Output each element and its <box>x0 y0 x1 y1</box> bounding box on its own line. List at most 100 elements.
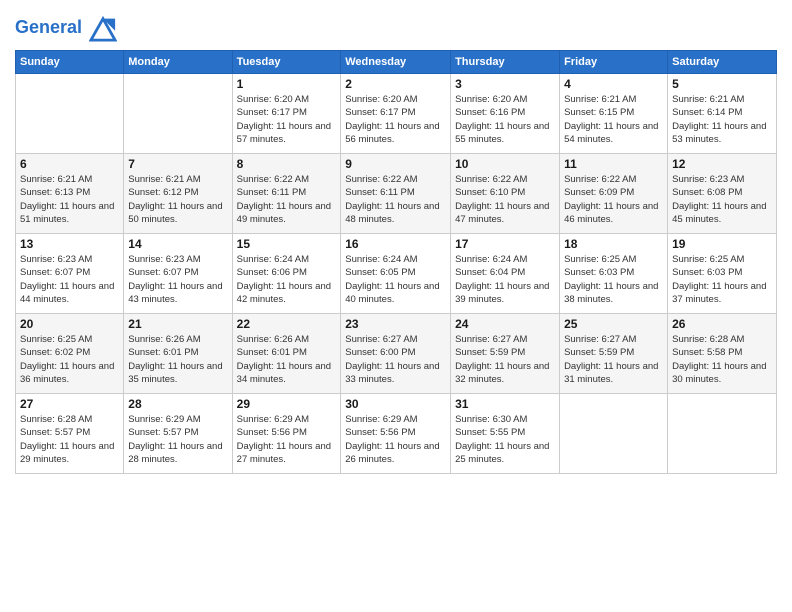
day-number: 10 <box>455 157 555 171</box>
day-cell: 22Sunrise: 6:26 AMSunset: 6:01 PMDayligh… <box>232 314 341 394</box>
calendar-body: 1 Sunrise: 6:20 AMSunset: 6:17 PMDaylight… <box>16 74 777 474</box>
weekday-wednesday: Wednesday <box>341 51 451 74</box>
week-row-2: 6Sunrise: 6:21 AMSunset: 6:13 PMDaylight… <box>16 154 777 234</box>
day-number: 7 <box>128 157 227 171</box>
day-number: 24 <box>455 317 555 331</box>
day-info: Sunrise: 6:23 AMSunset: 6:07 PMDaylight:… <box>128 253 227 306</box>
day-number: 4 <box>564 77 663 91</box>
day-info: Sunrise: 6:25 AMSunset: 6:03 PMDaylight:… <box>564 253 663 306</box>
day-info: Sunrise: 6:20 AMSunset: 6:17 PMDaylight:… <box>345 93 446 146</box>
day-info: Sunrise: 6:20 AMSunset: 6:17 PMDaylight:… <box>237 93 337 146</box>
day-info: Sunrise: 6:24 AMSunset: 6:06 PMDaylight:… <box>237 253 337 306</box>
day-number: 30 <box>345 397 446 411</box>
day-info: Sunrise: 6:22 AMSunset: 6:09 PMDaylight:… <box>564 173 663 226</box>
weekday-header-row: SundayMondayTuesdayWednesdayThursdayFrid… <box>16 51 777 74</box>
day-cell: 14 Sunrise: 6:23 AMSunset: 6:07 PMDayligh… <box>124 234 232 314</box>
day-number: 21 <box>128 317 227 331</box>
day-info: Sunrise: 6:29 AMSunset: 5:57 PMDaylight:… <box>128 413 227 466</box>
week-row-4: 20 Sunrise: 6:25 AMSunset: 6:02 PMDayligh… <box>16 314 777 394</box>
day-info: Sunrise: 6:28 AMSunset: 5:57 PMDaylight:… <box>20 413 119 466</box>
day-info: Sunrise: 6:21 AMSunset: 6:14 PMDaylight:… <box>672 93 772 146</box>
day-number: 11 <box>564 157 663 171</box>
day-number: 25 <box>564 317 663 331</box>
day-number: 29 <box>237 397 337 411</box>
day-cell: 16Sunrise: 6:24 AMSunset: 6:05 PMDayligh… <box>341 234 451 314</box>
day-cell: 8Sunrise: 6:22 AMSunset: 6:11 PMDaylight… <box>232 154 341 234</box>
day-cell: 7 Sunrise: 6:21 AMSunset: 6:12 PMDaylight… <box>124 154 232 234</box>
day-info: Sunrise: 6:25 AMSunset: 6:02 PMDaylight:… <box>20 333 119 386</box>
weekday-sunday: Sunday <box>16 51 124 74</box>
weekday-monday: Monday <box>124 51 232 74</box>
day-cell: 1 Sunrise: 6:20 AMSunset: 6:17 PMDaylight… <box>232 74 341 154</box>
day-cell <box>560 394 668 474</box>
day-number: 2 <box>345 77 446 91</box>
day-info: Sunrise: 6:28 AMSunset: 5:58 PMDaylight:… <box>672 333 772 386</box>
day-number: 6 <box>20 157 119 171</box>
day-number: 26 <box>672 317 772 331</box>
day-info: Sunrise: 6:24 AMSunset: 6:04 PMDaylight:… <box>455 253 555 306</box>
day-cell: 10Sunrise: 6:22 AMSunset: 6:10 PMDayligh… <box>451 154 560 234</box>
day-info: Sunrise: 6:27 AMSunset: 5:59 PMDaylight:… <box>564 333 663 386</box>
week-row-3: 13 Sunrise: 6:23 AMSunset: 6:07 PMDayligh… <box>16 234 777 314</box>
calendar: SundayMondayTuesdayWednesdayThursdayFrid… <box>15 50 777 474</box>
logo-general: General <box>15 17 82 37</box>
day-cell: 23Sunrise: 6:27 AMSunset: 6:00 PMDayligh… <box>341 314 451 394</box>
day-cell <box>668 394 777 474</box>
day-cell: 28 Sunrise: 6:29 AMSunset: 5:57 PMDayligh… <box>124 394 232 474</box>
day-info: Sunrise: 6:21 AMSunset: 6:12 PMDaylight:… <box>128 173 227 226</box>
day-number: 16 <box>345 237 446 251</box>
day-info: Sunrise: 6:30 AMSunset: 5:55 PMDaylight:… <box>455 413 555 466</box>
day-cell: 27 Sunrise: 6:28 AMSunset: 5:57 PMDayligh… <box>16 394 124 474</box>
day-info: Sunrise: 6:22 AMSunset: 6:11 PMDaylight:… <box>345 173 446 226</box>
day-cell: 26 Sunrise: 6:28 AMSunset: 5:58 PMDayligh… <box>668 314 777 394</box>
day-cell: 11 Sunrise: 6:22 AMSunset: 6:09 PMDayligh… <box>560 154 668 234</box>
day-cell: 29Sunrise: 6:29 AMSunset: 5:56 PMDayligh… <box>232 394 341 474</box>
day-cell: 2 Sunrise: 6:20 AMSunset: 6:17 PMDaylight… <box>341 74 451 154</box>
weekday-saturday: Saturday <box>668 51 777 74</box>
day-cell: 3 Sunrise: 6:20 AMSunset: 6:16 PMDaylight… <box>451 74 560 154</box>
day-number: 12 <box>672 157 772 171</box>
day-info: Sunrise: 6:25 AMSunset: 6:03 PMDaylight:… <box>672 253 772 306</box>
day-info: Sunrise: 6:20 AMSunset: 6:16 PMDaylight:… <box>455 93 555 146</box>
day-number: 23 <box>345 317 446 331</box>
header: General <box>15 10 777 42</box>
day-cell <box>124 74 232 154</box>
day-number: 3 <box>455 77 555 91</box>
day-info: Sunrise: 6:26 AMSunset: 6:01 PMDaylight:… <box>237 333 337 386</box>
day-number: 20 <box>20 317 119 331</box>
day-cell: 20 Sunrise: 6:25 AMSunset: 6:02 PMDayligh… <box>16 314 124 394</box>
day-number: 18 <box>564 237 663 251</box>
day-number: 14 <box>128 237 227 251</box>
day-cell: 25 Sunrise: 6:27 AMSunset: 5:59 PMDayligh… <box>560 314 668 394</box>
day-cell: 19 Sunrise: 6:25 AMSunset: 6:03 PMDayligh… <box>668 234 777 314</box>
day-number: 15 <box>237 237 337 251</box>
day-number: 27 <box>20 397 119 411</box>
logo-icon <box>89 14 117 42</box>
day-cell: 17 Sunrise: 6:24 AMSunset: 6:04 PMDayligh… <box>451 234 560 314</box>
day-number: 5 <box>672 77 772 91</box>
day-cell: 21 Sunrise: 6:26 AMSunset: 6:01 PMDayligh… <box>124 314 232 394</box>
day-cell: 6Sunrise: 6:21 AMSunset: 6:13 PMDaylight… <box>16 154 124 234</box>
day-number: 28 <box>128 397 227 411</box>
day-number: 31 <box>455 397 555 411</box>
day-cell: 13 Sunrise: 6:23 AMSunset: 6:07 PMDayligh… <box>16 234 124 314</box>
day-number: 19 <box>672 237 772 251</box>
week-row-1: 1 Sunrise: 6:20 AMSunset: 6:17 PMDaylight… <box>16 74 777 154</box>
page: General SundayMondayTuesdayWednesdayThur… <box>0 0 792 612</box>
week-row-5: 27 Sunrise: 6:28 AMSunset: 5:57 PMDayligh… <box>16 394 777 474</box>
day-cell: 31 Sunrise: 6:30 AMSunset: 5:55 PMDayligh… <box>451 394 560 474</box>
day-number: 17 <box>455 237 555 251</box>
weekday-tuesday: Tuesday <box>232 51 341 74</box>
day-info: Sunrise: 6:27 AMSunset: 5:59 PMDaylight:… <box>455 333 555 386</box>
day-info: Sunrise: 6:22 AMSunset: 6:11 PMDaylight:… <box>237 173 337 226</box>
day-number: 13 <box>20 237 119 251</box>
day-number: 1 <box>237 77 337 91</box>
logo: General <box>15 14 117 42</box>
day-info: Sunrise: 6:21 AMSunset: 6:15 PMDaylight:… <box>564 93 663 146</box>
day-info: Sunrise: 6:26 AMSunset: 6:01 PMDaylight:… <box>128 333 227 386</box>
weekday-friday: Friday <box>560 51 668 74</box>
day-info: Sunrise: 6:23 AMSunset: 6:07 PMDaylight:… <box>20 253 119 306</box>
day-cell: 9Sunrise: 6:22 AMSunset: 6:11 PMDaylight… <box>341 154 451 234</box>
day-cell: 12Sunrise: 6:23 AMSunset: 6:08 PMDayligh… <box>668 154 777 234</box>
day-cell: 30Sunrise: 6:29 AMSunset: 5:56 PMDayligh… <box>341 394 451 474</box>
